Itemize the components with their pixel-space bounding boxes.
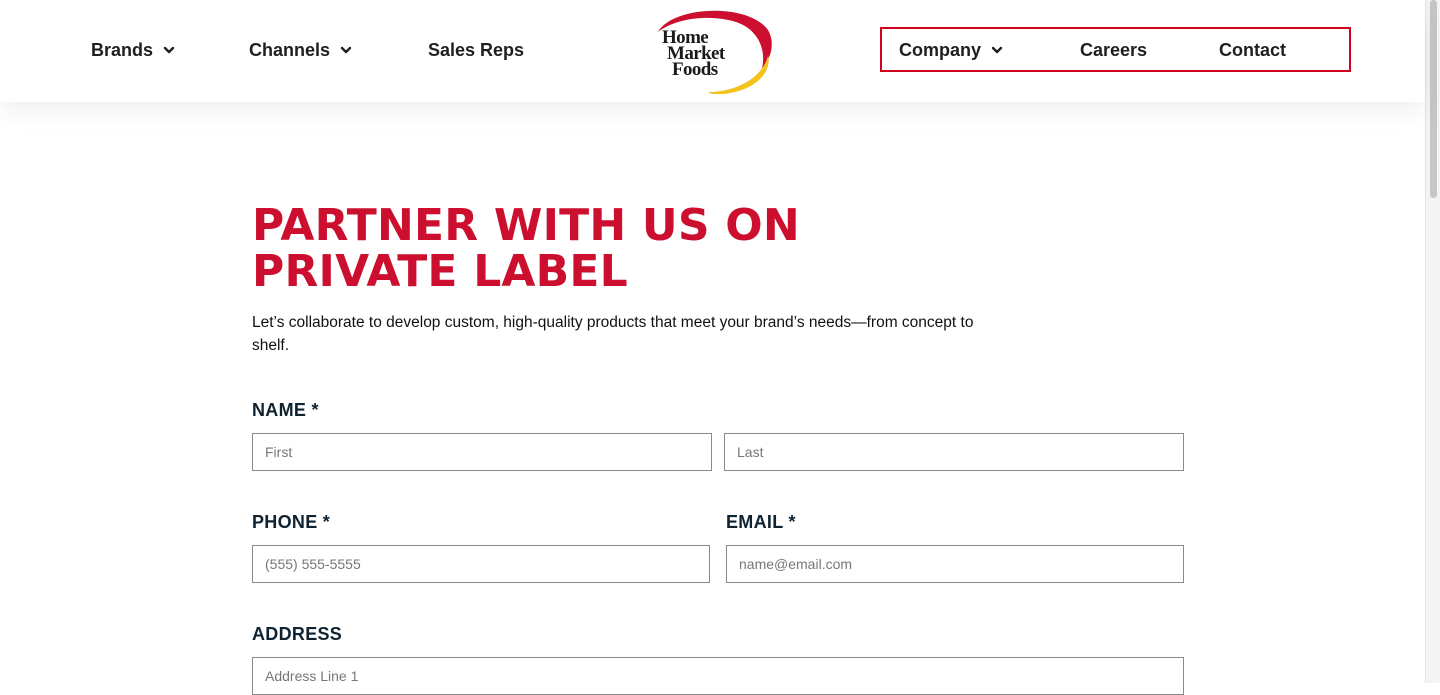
- nav-contact[interactable]: Contact: [1219, 38, 1286, 62]
- nav-channels[interactable]: Channels: [249, 38, 353, 62]
- nav-careers[interactable]: Careers: [1080, 38, 1147, 62]
- logo-text-foods: Foods: [672, 59, 718, 80]
- page-scrollbar[interactable]: [1425, 0, 1440, 683]
- nav-careers-label: Careers: [1080, 39, 1148, 60]
- page-title-line-1: PARTNER WITH US ON: [252, 200, 800, 251]
- nav-brands-label: Brands: [91, 39, 154, 60]
- page-title-line-2: PRIVATE LABEL: [252, 246, 628, 297]
- home-market-foods-logo[interactable]: Home Market Foods: [650, 8, 776, 94]
- phone-label: PHONE *: [252, 512, 331, 532]
- scrollbar-thumb[interactable]: [1430, 0, 1437, 198]
- name-label: NAME *: [252, 400, 319, 420]
- nav-company-label: Company: [899, 39, 982, 60]
- chevron-down-icon: [990, 43, 1004, 57]
- nav-brands[interactable]: Brands: [91, 38, 176, 62]
- page-title: PARTNER WITH US ON PRIVATE LABEL: [252, 203, 952, 295]
- address-label: ADDRESS: [252, 624, 343, 644]
- phone-input[interactable]: [252, 545, 710, 583]
- nav-contact-label: Contact: [1219, 39, 1286, 60]
- site-header: Brands Channels Sales Reps Home Market F…: [0, 0, 1425, 102]
- address-line-1-input[interactable]: [252, 657, 1184, 695]
- email-label: EMAIL *: [726, 512, 796, 532]
- nav-company[interactable]: Company: [899, 38, 1004, 62]
- chevron-down-icon: [339, 43, 353, 57]
- nav-channels-label: Channels: [249, 39, 331, 60]
- page-subtitle: Let’s collaborate to develop custom, hig…: [252, 314, 974, 354]
- email-input[interactable]: [726, 545, 1184, 583]
- chevron-down-icon: [162, 43, 176, 57]
- first-name-input[interactable]: [252, 433, 712, 471]
- last-name-input[interactable]: [724, 433, 1184, 471]
- nav-sales-reps[interactable]: Sales Reps: [428, 38, 524, 62]
- nav-sales-reps-label: Sales Reps: [428, 39, 525, 60]
